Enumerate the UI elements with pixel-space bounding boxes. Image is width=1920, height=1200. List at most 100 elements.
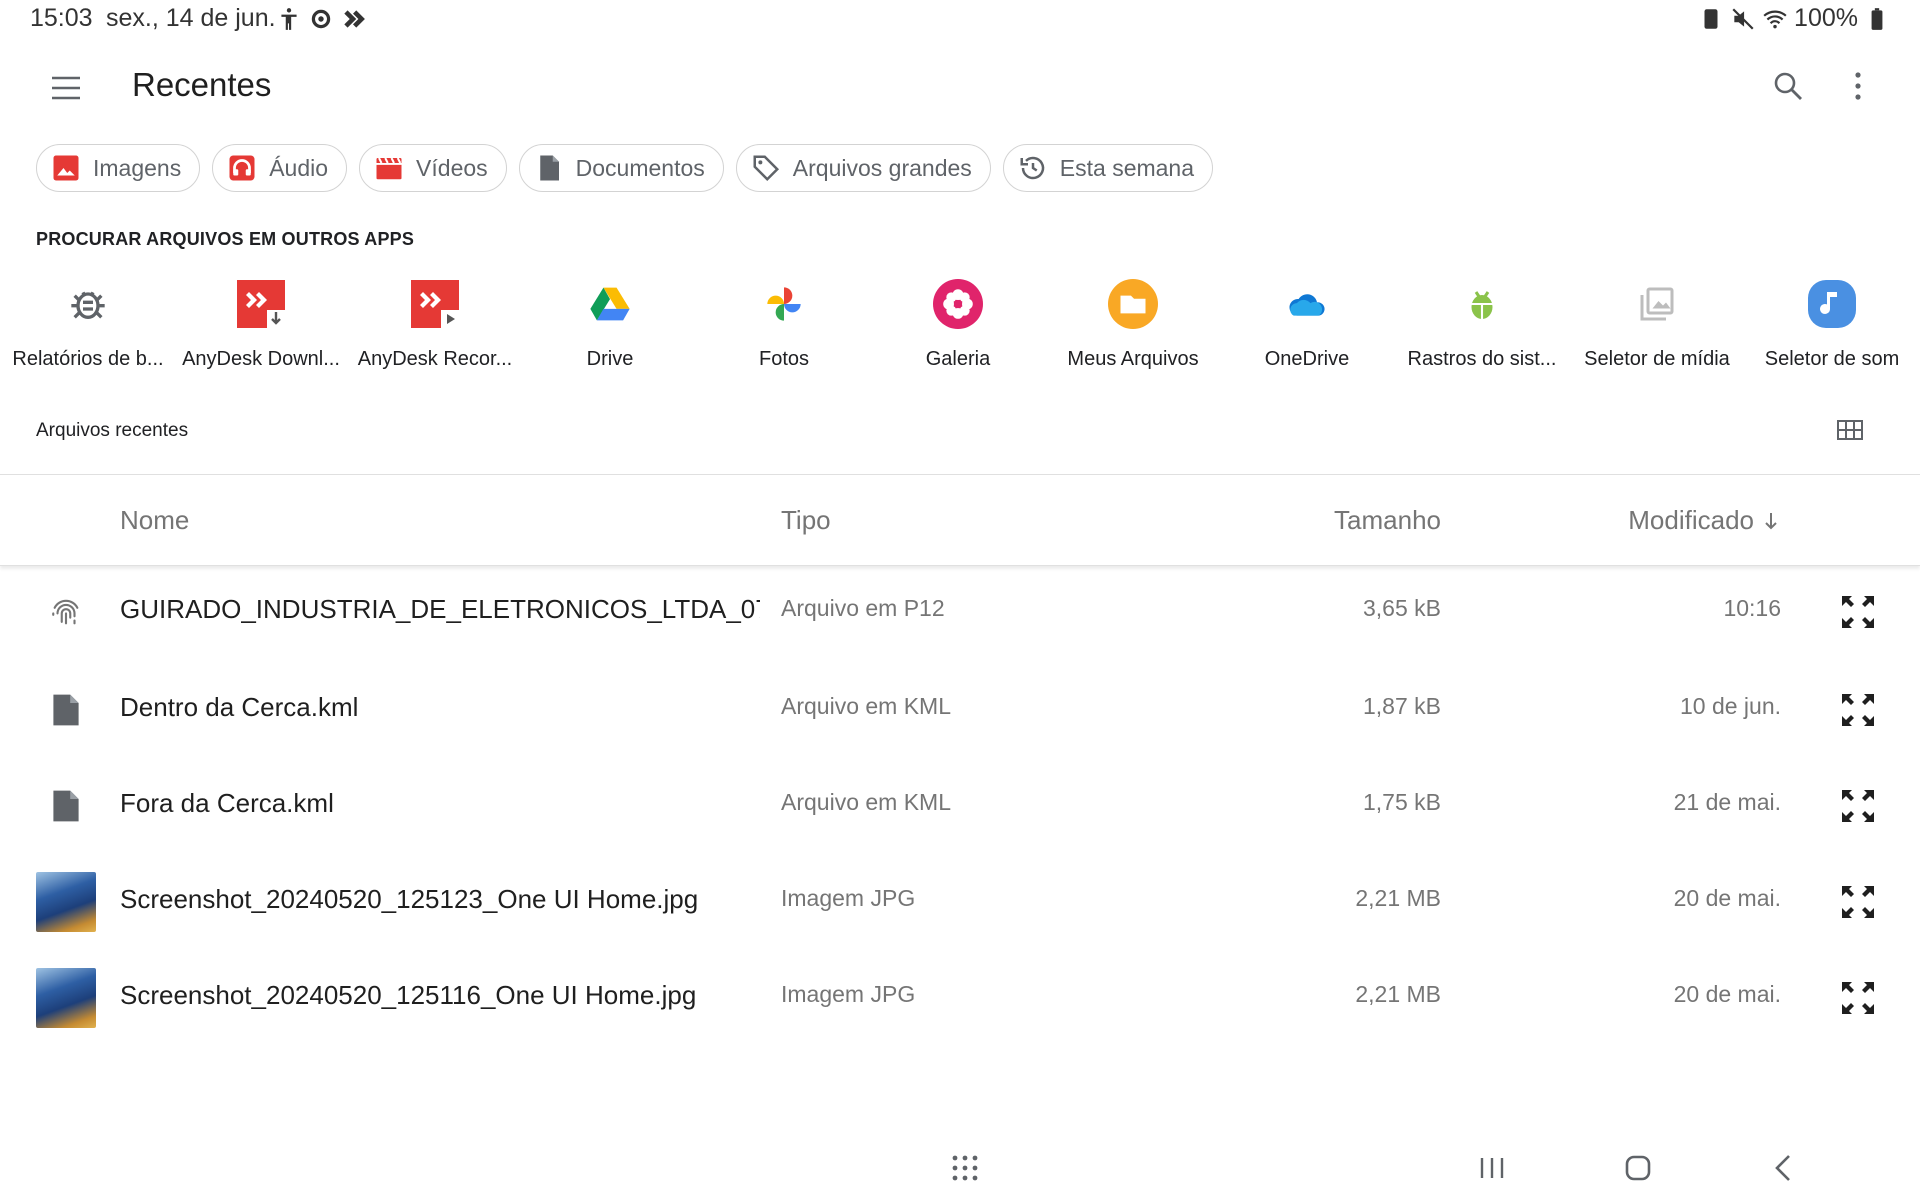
chip-images[interactable]: Imagens (36, 144, 201, 192)
mute-icon (1732, 7, 1754, 30)
android-bug-icon (1471, 291, 1493, 319)
image-icon (53, 155, 79, 181)
onedrive-icon (1289, 294, 1325, 316)
expand-icon[interactable] (1838, 882, 1878, 922)
table-row[interactable]: Screenshot_20240520_125123_One UI Home.j… (0, 854, 1920, 950)
recent-apps-icon[interactable] (1472, 1148, 1512, 1188)
column-size[interactable]: Tamanho (1334, 505, 1441, 536)
file-icon (53, 694, 79, 726)
file-modified: 20 de mai. (1673, 981, 1781, 1007)
back-icon[interactable] (1764, 1148, 1804, 1188)
navigation-bar (0, 1140, 1920, 1196)
sim-icon (1704, 8, 1718, 29)
app-sound-picker[interactable]: Seletor de som (1747, 278, 1917, 371)
file-type: Arquivo em KML (781, 789, 952, 815)
home-icon[interactable] (1618, 1148, 1658, 1188)
file-modified: 10:16 (1723, 595, 1781, 621)
file-size: 1,87 kB (1363, 693, 1441, 719)
anydesk-record-icon (411, 280, 459, 328)
fingerprint-icon (52, 599, 79, 625)
file-name: Fora da Cerca.kml (120, 788, 334, 818)
file-size: 3,65 kB (1363, 595, 1441, 621)
app-photos[interactable]: Fotos (699, 278, 869, 371)
file-size: 2,21 MB (1355, 981, 1441, 1007)
app-onedrive[interactable]: OneDrive (1222, 278, 1392, 371)
status-date: sex., 14 de jun. (106, 4, 276, 32)
app-drive[interactable]: Drive (525, 278, 695, 371)
chip-documents[interactable]: Documentos (518, 144, 724, 192)
app-anydesk-downloads[interactable]: AnyDesk Downl... (176, 278, 346, 371)
expand-icon[interactable] (1838, 786, 1878, 826)
more-options-icon[interactable] (1838, 66, 1878, 106)
app-system-traces[interactable]: Rastros do sist... (1397, 278, 1567, 371)
chip-audio[interactable]: Áudio (212, 144, 348, 192)
file-icon (53, 790, 79, 822)
tag-icon (753, 155, 779, 182)
headphones-icon (229, 155, 255, 181)
chip-this-week[interactable]: Esta semana (1002, 144, 1214, 192)
status-right-icons: 100% (1698, 4, 1890, 33)
file-type: Imagem JPG (781, 981, 916, 1007)
sort-down-icon (1765, 512, 1777, 529)
image-thumbnail (36, 968, 96, 1028)
chip-label: Vídeos (416, 154, 488, 181)
apps-grid-icon[interactable] (945, 1148, 985, 1188)
expand-icon[interactable] (1838, 592, 1878, 632)
file-size: 1,75 kB (1363, 789, 1441, 815)
my-files-icon (1108, 279, 1158, 329)
table-row[interactable]: Screenshot_20240520_125116_One UI Home.j… (0, 950, 1920, 1046)
wifi-icon (1763, 10, 1787, 28)
file-modified: 21 de mai. (1673, 789, 1781, 815)
expand-icon[interactable] (1838, 690, 1878, 730)
grid-view-icon[interactable] (1834, 414, 1866, 446)
chip-label: Documentos (575, 154, 705, 181)
chip-label: Esta semana (1059, 154, 1195, 181)
file-name: Screenshot_20240520_125123_One UI Home.j… (120, 884, 699, 914)
recent-files-heading: Arquivos recentes (36, 420, 189, 441)
menu-icon[interactable] (44, 66, 88, 110)
other-apps-heading: PROCURAR ARQUIVOS EM OUTROS APPS (36, 229, 415, 249)
column-modified-label: Modificado (1628, 505, 1754, 535)
settings-icon (311, 9, 331, 29)
history-icon (1020, 156, 1045, 180)
search-icon[interactable] (1768, 66, 1808, 106)
file-name: Screenshot_20240520_125116_One UI Home.j… (120, 980, 697, 1010)
table-row[interactable]: Dentro da Cerca.kml Arquivo em KML 1,87 … (0, 662, 1920, 758)
file-name: GUIRADO_INDUSTRIA_DE_ELETRONICOS_LTDA_07… (120, 594, 760, 624)
app-gallery[interactable]: Galeria (873, 278, 1043, 371)
app-anydesk-recordings[interactable]: AnyDesk Recor... (350, 278, 520, 371)
status-bar: 15:03 sex., 14 de jun. 100% (0, 0, 1920, 36)
image-thumbnail (36, 872, 96, 932)
document-icon (539, 155, 559, 181)
file-type: Arquivo em KML (781, 693, 952, 719)
page-title: Recentes (132, 66, 272, 103)
other-apps-row: Relatórios de b... AnyDesk Downl... AnyD… (0, 278, 1920, 378)
table-row[interactable]: GUIRADO_INDUSTRIA_DE_ELETRONICOS_LTDA_07… (0, 564, 1920, 660)
chip-label: Áudio (269, 154, 329, 181)
anydesk-download-icon (237, 280, 285, 328)
battery-percent: 100% (1794, 4, 1858, 32)
chip-large-files[interactable]: Arquivos grandes (735, 144, 991, 192)
file-name: Dentro da Cerca.kml (120, 692, 359, 722)
expand-icon[interactable] (1838, 978, 1878, 1018)
file-size: 2,21 MB (1355, 885, 1441, 911)
status-time: 15:03 (30, 4, 93, 32)
sound-picker-icon (1808, 280, 1856, 328)
column-modified[interactable]: Modificado (1628, 505, 1780, 536)
anydesk-icon (344, 10, 365, 28)
media-picker-icon (1640, 287, 1674, 321)
column-name[interactable]: Nome (120, 505, 189, 536)
file-modified: 10 de jun. (1679, 693, 1781, 719)
column-type[interactable]: Tipo (781, 505, 831, 536)
chip-label: Arquivos grandes (792, 154, 972, 181)
accessibility-icon (281, 8, 297, 30)
file-type: Imagem JPG (781, 885, 916, 911)
file-type: Arquivo em P12 (781, 595, 945, 621)
app-my-files[interactable]: Meus Arquivos (1048, 278, 1218, 371)
chip-videos[interactable]: Vídeos (359, 144, 507, 192)
gallery-icon (933, 279, 983, 329)
table-row[interactable]: Fora da Cerca.kml Arquivo em KML 1,75 kB… (0, 758, 1920, 854)
app-bug-reports[interactable]: Relatórios de b... (3, 278, 173, 371)
app-media-picker[interactable]: Seletor de mídia (1572, 278, 1742, 371)
bug-report-icon (71, 291, 105, 319)
